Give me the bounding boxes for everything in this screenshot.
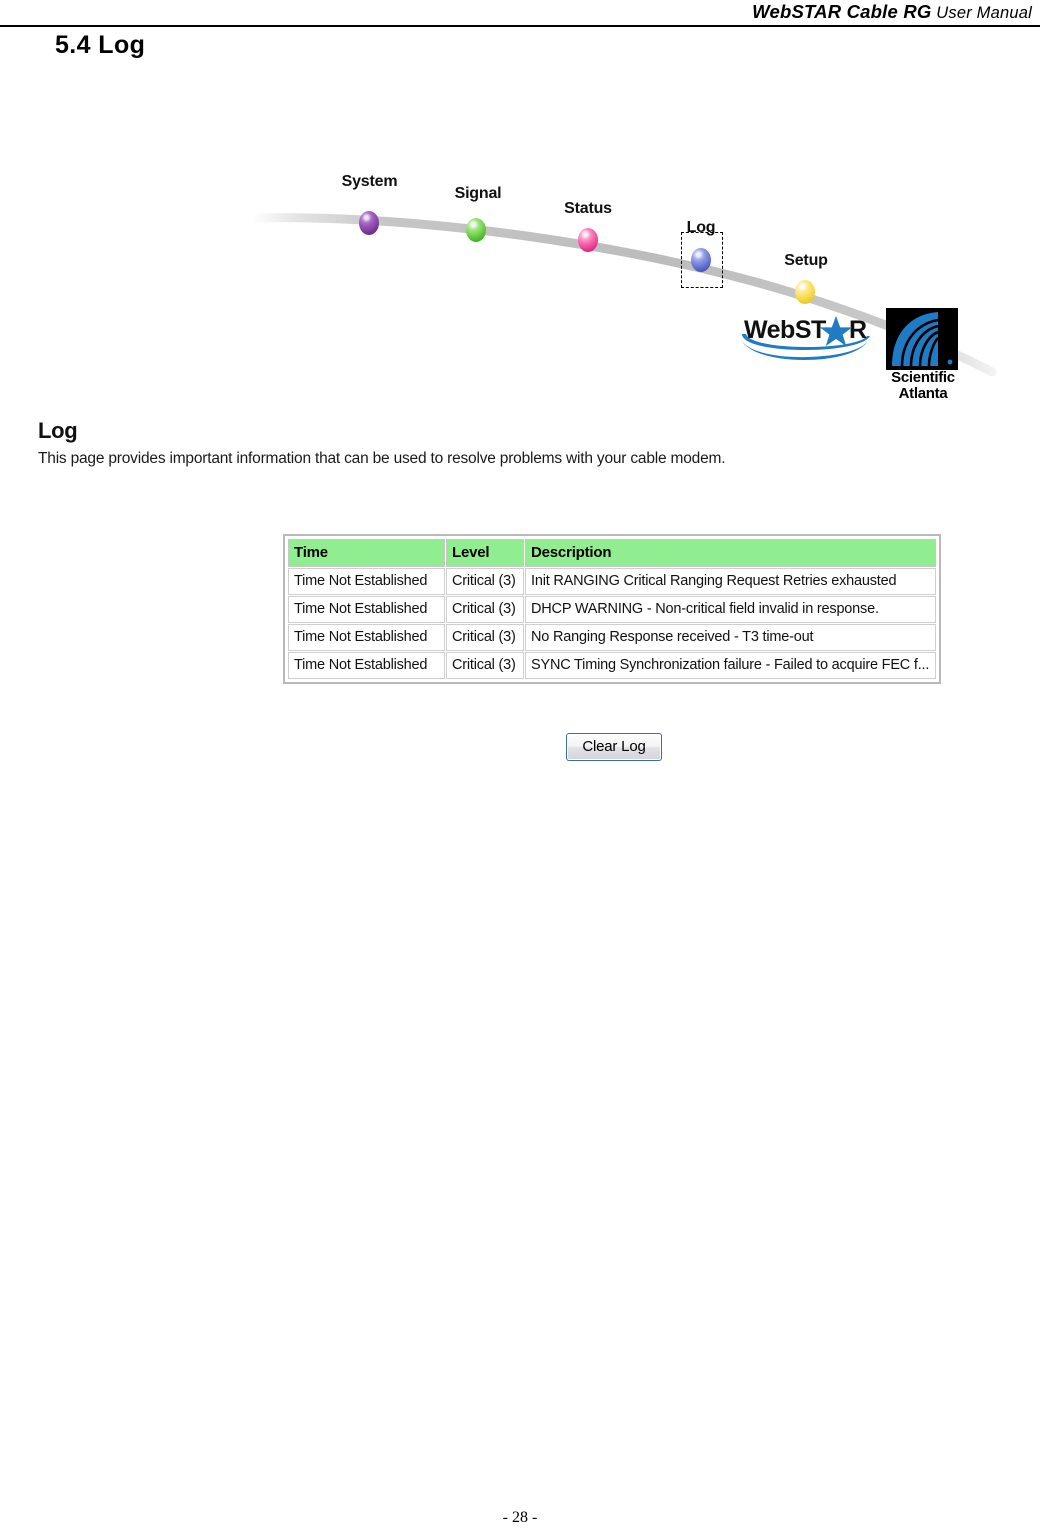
nav-item-status-ball[interactable] — [578, 228, 598, 252]
scientific-atlanta-mark — [886, 308, 958, 370]
running-header: WebSTAR Cable RG User Manual — [0, 0, 1040, 27]
log-cell-time: Time Not Established — [288, 568, 445, 595]
scientific-atlanta-logo: Scientific Atlanta — [880, 308, 966, 408]
nav-item-setup-label: Setup — [784, 252, 828, 269]
log-cell-description: Init RANGING Critical Ranging Request Re… — [525, 568, 936, 595]
scientific-atlanta-wordmark: Scientific Atlanta — [880, 370, 966, 402]
nav-item-system-ball[interactable] — [359, 211, 379, 235]
log-table-row: Time Not Established Critical (3) Init RAN… — [288, 568, 936, 595]
webstar-logo-art: WebST R — [740, 316, 870, 360]
log-cell-level: Critical (3) — [446, 652, 524, 679]
svg-text:R: R — [849, 316, 867, 344]
clear-log-button[interactable]: Clear Log — [566, 733, 662, 761]
header-divider — [0, 25, 1040, 27]
scientific-atlanta-mark-art — [886, 308, 958, 370]
log-cell-description: No Ranging Response received - T3 time-o… — [525, 624, 936, 651]
scientific-atlanta-line2: Atlanta — [898, 385, 948, 402]
log-cell-time: Time Not Established — [288, 624, 445, 651]
log-column-header-time: Time — [288, 539, 445, 567]
log-table: Time Level Description Time Not Establis… — [287, 538, 937, 680]
nav-item-signal-ball[interactable] — [466, 218, 486, 242]
log-cell-description: SYNC Timing Synchronization failure - Fa… — [525, 652, 936, 679]
log-cell-time: Time Not Established — [288, 652, 445, 679]
log-table-container: Time Level Description Time Not Establis… — [283, 534, 941, 684]
log-table-row: Time Not Established Critical (3) SYNC Tim… — [288, 652, 936, 679]
scientific-atlanta-line1: Scientific — [891, 369, 955, 386]
device-web-ui-screenshot: System Signal Status Log Setup WebST R S… — [0, 140, 1040, 790]
nav-item-system-label: System — [341, 173, 398, 190]
log-table-row: Time Not Established Critical (3) DHCP WAR… — [288, 596, 936, 623]
log-section-description: This page provides important information… — [38, 450, 726, 467]
page-title: 5.4 Log — [55, 31, 146, 59]
log-cell-level: Critical (3) — [446, 596, 524, 623]
nav-item-setup-ball[interactable] — [795, 280, 815, 304]
webstar-logo: WebST R — [736, 312, 876, 360]
log-column-header-description: Description — [525, 539, 936, 567]
log-column-header-level: Level — [446, 539, 524, 567]
log-cell-time: Time Not Established — [288, 596, 445, 623]
manual-title: WebSTAR Cable RG User Manual — [752, 1, 1032, 23]
log-cell-level: Critical (3) — [446, 624, 524, 651]
svg-text:WebST: WebST — [744, 316, 826, 344]
nav-item-status-label: Status — [564, 200, 612, 217]
log-table-header-row: Time Level Description — [288, 539, 936, 567]
nav-item-signal-label: Signal — [454, 185, 502, 202]
page-number-footer: - 28 - — [502, 1509, 538, 1526]
navigation-band: System Signal Status Log Setup WebST R S… — [0, 140, 1040, 402]
log-cell-level: Critical (3) — [446, 568, 524, 595]
manual-title-bold: WebSTAR Cable RG — [752, 1, 932, 22]
log-table-body: Time Not Established Critical (3) Init RAN… — [288, 568, 936, 679]
log-table-row: Time Not Established Critical (3) No Rangi… — [288, 624, 936, 651]
manual-title-light: User Manual — [931, 4, 1032, 22]
log-section-title: Log — [38, 418, 78, 443]
log-cell-description: DHCP WARNING - Non-critical field invali… — [525, 596, 936, 623]
nav-item-log-ball[interactable] — [691, 248, 711, 272]
